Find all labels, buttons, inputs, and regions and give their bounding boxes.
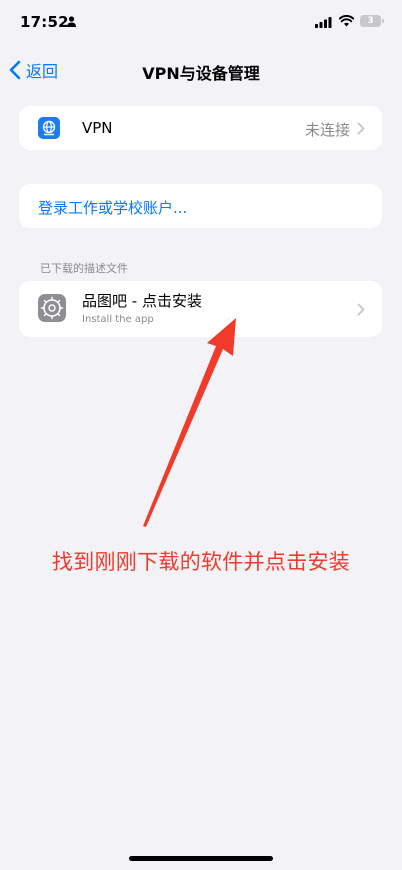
person-icon: [67, 16, 76, 27]
status-bar: 17:52 3: [0, 0, 402, 44]
cellular-signal-icon: [315, 17, 332, 28]
page-title: VPN与设备管理: [142, 64, 260, 83]
sign-in-work-school-link: 登录工作或学校账户...: [38, 199, 188, 217]
vpn-label: VPN: [82, 119, 113, 137]
profile-name: 品图吧 - 点击安装: [82, 292, 202, 310]
wifi-icon: [339, 15, 354, 27]
chevron-right-icon: [357, 303, 365, 316]
home-indicator: [129, 856, 273, 861]
nav-bar: 返回 VPN与设备管理: [0, 50, 402, 90]
profile-row[interactable]: 品图吧 - 点击安装 Install the app: [19, 281, 382, 337]
status-time: 17:52: [20, 13, 69, 31]
vpn-row[interactable]: VPN 未连接: [19, 106, 382, 150]
vpn-status: 未连接: [304, 121, 350, 139]
sign-in-work-school-row[interactable]: 登录工作或学校账户...: [19, 184, 382, 228]
settings-gear-icon: [38, 294, 66, 322]
annotation-text: 找到刚刚下载的软件并点击安装: [51, 550, 351, 574]
vpn-globe-icon: [38, 117, 60, 139]
chevron-right-icon: [357, 122, 365, 135]
downloaded-profiles-header: 已下载的描述文件: [40, 262, 128, 275]
battery-icon: 3: [360, 15, 385, 28]
battery-level: 3: [367, 16, 374, 26]
profile-subtitle: Install the app: [82, 314, 154, 325]
